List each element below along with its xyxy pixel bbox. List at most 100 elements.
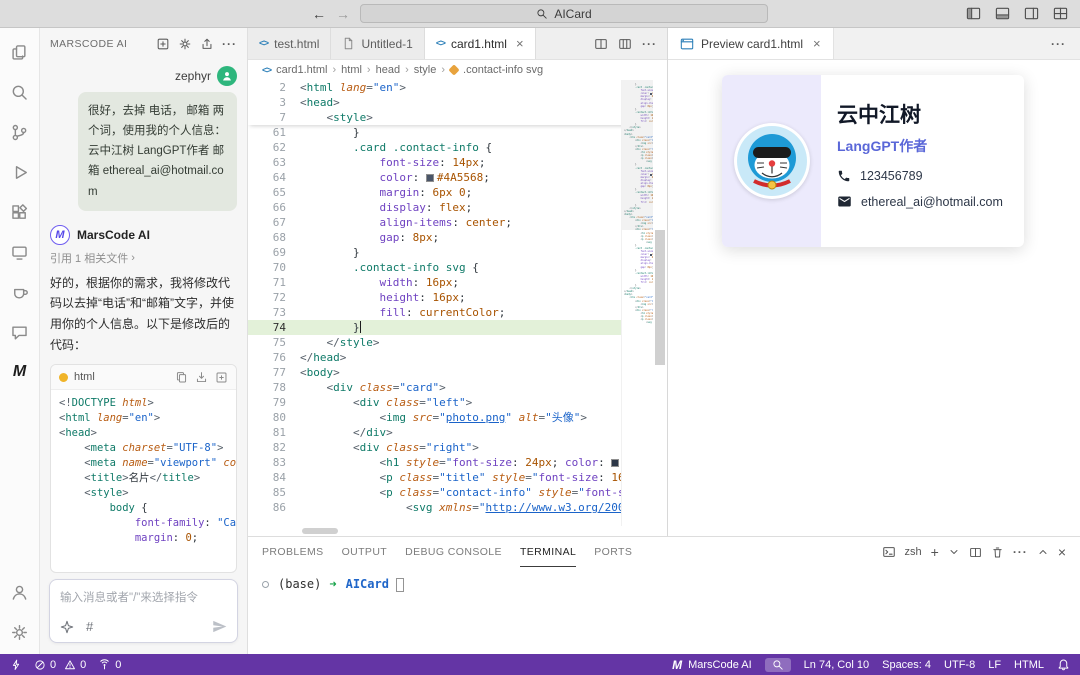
close-panel-icon[interactable]: × xyxy=(1058,545,1066,559)
close-tab-icon[interactable]: × xyxy=(516,37,524,50)
remote-explorer-icon[interactable] xyxy=(0,232,40,272)
tab-terminal[interactable]: TERMINAL xyxy=(520,537,576,567)
code-line[interactable]: 61 } xyxy=(248,125,667,140)
apply-code-icon[interactable] xyxy=(195,371,208,384)
split-editor-icon[interactable] xyxy=(594,37,608,51)
scrollbar-thumb[interactable] xyxy=(655,230,665,365)
minimap[interactable]: } .card .contact-info { font-size: 14px;… xyxy=(621,80,653,526)
run-debug-icon[interactable] xyxy=(0,152,40,192)
insert-code-icon[interactable] xyxy=(215,371,228,384)
settings-gear-icon[interactable] xyxy=(0,612,40,652)
scrollbar-thumb[interactable] xyxy=(302,528,338,534)
editor-vertical-scrollbar[interactable] xyxy=(653,80,667,526)
search-status[interactable] xyxy=(765,658,791,672)
code-line[interactable]: 84 <p class="title" style="font-size: 16 xyxy=(248,470,667,485)
context-hash-button[interactable]: # xyxy=(86,619,93,634)
new-chat-icon[interactable] xyxy=(156,37,170,51)
breadcrumb-html[interactable]: html xyxy=(341,64,362,76)
code-line[interactable]: 63 font-size: 14px; xyxy=(248,155,667,170)
code-line[interactable]: 78 <div class="card"> xyxy=(248,380,667,395)
command-center-search[interactable]: AICard xyxy=(360,4,768,23)
tab-ports[interactable]: PORTS xyxy=(594,537,632,567)
tab-test-html[interactable]: <> test.html xyxy=(248,28,331,59)
toggle-panel-icon[interactable] xyxy=(995,6,1010,21)
explorer-icon[interactable] xyxy=(0,32,40,72)
customize-layout-icon[interactable] xyxy=(1053,6,1068,21)
more-actions-icon[interactable]: ··· xyxy=(1013,545,1028,559)
nav-forward-icon[interactable]: → xyxy=(336,6,350,22)
layout-columns-icon[interactable] xyxy=(618,37,632,51)
tab-preview-card1[interactable]: Preview card1.html × xyxy=(668,28,834,59)
more-actions-icon[interactable]: ··· xyxy=(642,37,657,51)
settings-gear-icon[interactable] xyxy=(178,37,192,51)
code-line[interactable]: 81 </div> xyxy=(248,425,667,440)
code-line[interactable]: 75 </style> xyxy=(248,335,667,350)
code-line[interactable]: 62 .card .contact-info { xyxy=(248,140,667,155)
breadcrumb-file[interactable]: card1.html xyxy=(276,64,327,76)
editor-horizontal-scrollbar[interactable] xyxy=(300,526,621,536)
language-mode[interactable]: HTML xyxy=(1014,659,1044,671)
code-line[interactable]: 80 <img src="photo.png" alt="头像"> xyxy=(248,410,667,425)
notifications[interactable] xyxy=(1057,658,1070,671)
tab-card1-html[interactable]: <> card1.html × xyxy=(425,28,536,59)
ports-indicator[interactable]: 0 xyxy=(98,658,121,671)
reference-link[interactable]: 引用 1 相关文件 › xyxy=(50,250,237,266)
code-line[interactable]: 85 <p class="contact-info" style="font-s xyxy=(248,485,667,500)
chevron-up-icon[interactable] xyxy=(1037,546,1049,558)
nav-back-icon[interactable]: ← xyxy=(312,6,326,22)
search-icon[interactable] xyxy=(0,72,40,112)
code-line[interactable]: 79 <div class="left"> xyxy=(248,395,667,410)
breadcrumb-style[interactable]: style xyxy=(414,64,437,76)
shell-label[interactable]: zsh xyxy=(905,546,922,558)
code-line[interactable]: 73 fill: currentColor; xyxy=(248,305,667,320)
code-line[interactable]: 86 <svg xmlns="http://www.w3.org/200 xyxy=(248,500,667,515)
code-line[interactable]: 70 .contact-info svg { xyxy=(248,260,667,275)
extensions-icon[interactable] xyxy=(0,192,40,232)
trash-icon[interactable] xyxy=(991,546,1004,559)
code-line[interactable]: 68 gap: 8px; xyxy=(248,230,667,245)
code-line[interactable]: 76</head> xyxy=(248,350,667,365)
marscode-ai-icon[interactable]: M xyxy=(0,352,40,392)
code-line[interactable]: 3<head> xyxy=(248,95,667,110)
eol-sequence[interactable]: LF xyxy=(988,659,1001,671)
encoding[interactable]: UTF-8 xyxy=(944,659,975,671)
more-actions-icon[interactable]: ··· xyxy=(222,37,237,51)
code-line[interactable]: 7 <style> xyxy=(248,110,667,125)
tab-untitled-1[interactable]: Untitled-1 xyxy=(331,28,424,59)
code-line[interactable]: 77<body> xyxy=(248,365,667,380)
code-line[interactable]: 82 <div class="right"> xyxy=(248,440,667,455)
code-editor[interactable]: 2<html lang="en">3<head>7 <style> 61 }62… xyxy=(248,80,667,536)
code-line[interactable]: 2<html lang="en"> xyxy=(248,80,667,95)
share-icon[interactable] xyxy=(200,37,214,51)
remote-indicator[interactable] xyxy=(10,659,22,671)
marscode-status[interactable]: M MarsCode AI xyxy=(672,658,752,672)
send-icon[interactable] xyxy=(212,619,227,634)
code-line[interactable]: 72 height: 16px; xyxy=(248,290,667,305)
chat-history[interactable]: zephyr 很好，去掉 电话， 邮箱 两个词，使用我的个人信息： 云中江树 L… xyxy=(40,60,247,573)
code-line[interactable]: 66 display: flex; xyxy=(248,200,667,215)
breadcrumb-head[interactable]: head xyxy=(376,64,400,76)
chevron-down-icon[interactable] xyxy=(948,546,960,558)
chat-icon[interactable] xyxy=(0,312,40,352)
toggle-secondary-sidebar-icon[interactable] xyxy=(1024,6,1039,21)
toggle-sidebar-icon[interactable] xyxy=(966,6,981,21)
problems-indicator[interactable]: 0 0 xyxy=(34,659,86,671)
tab-problems[interactable]: PROBLEMS xyxy=(262,537,324,567)
tab-output[interactable]: OUTPUT xyxy=(342,537,388,567)
indentation[interactable]: Spaces: 4 xyxy=(882,659,931,671)
code-line[interactable]: 67 align-items: center; xyxy=(248,215,667,230)
split-terminal-icon[interactable] xyxy=(969,546,982,559)
code-line[interactable]: 65 margin: 6px 0; xyxy=(248,185,667,200)
source-control-icon[interactable] xyxy=(0,112,40,152)
benchmark-cup-icon[interactable] xyxy=(0,272,40,312)
cursor-position[interactable]: Ln 74, Col 10 xyxy=(804,659,869,671)
code-line[interactable]: 83 <h1 style="font-size: 24px; color: xyxy=(248,455,667,470)
breadcrumb-selector[interactable]: .contact-info svg xyxy=(463,64,543,76)
terminal-content[interactable]: (base) ➜ AICard xyxy=(248,567,1080,654)
new-terminal-icon[interactable]: + xyxy=(931,545,939,559)
skill-sparkle-icon[interactable] xyxy=(60,620,74,634)
tab-debug-console[interactable]: DEBUG CONSOLE xyxy=(405,537,502,567)
copy-icon[interactable] xyxy=(175,371,188,384)
close-preview-icon[interactable]: × xyxy=(813,37,821,50)
code-line[interactable]: 64 color: #4A5568; xyxy=(248,170,667,185)
